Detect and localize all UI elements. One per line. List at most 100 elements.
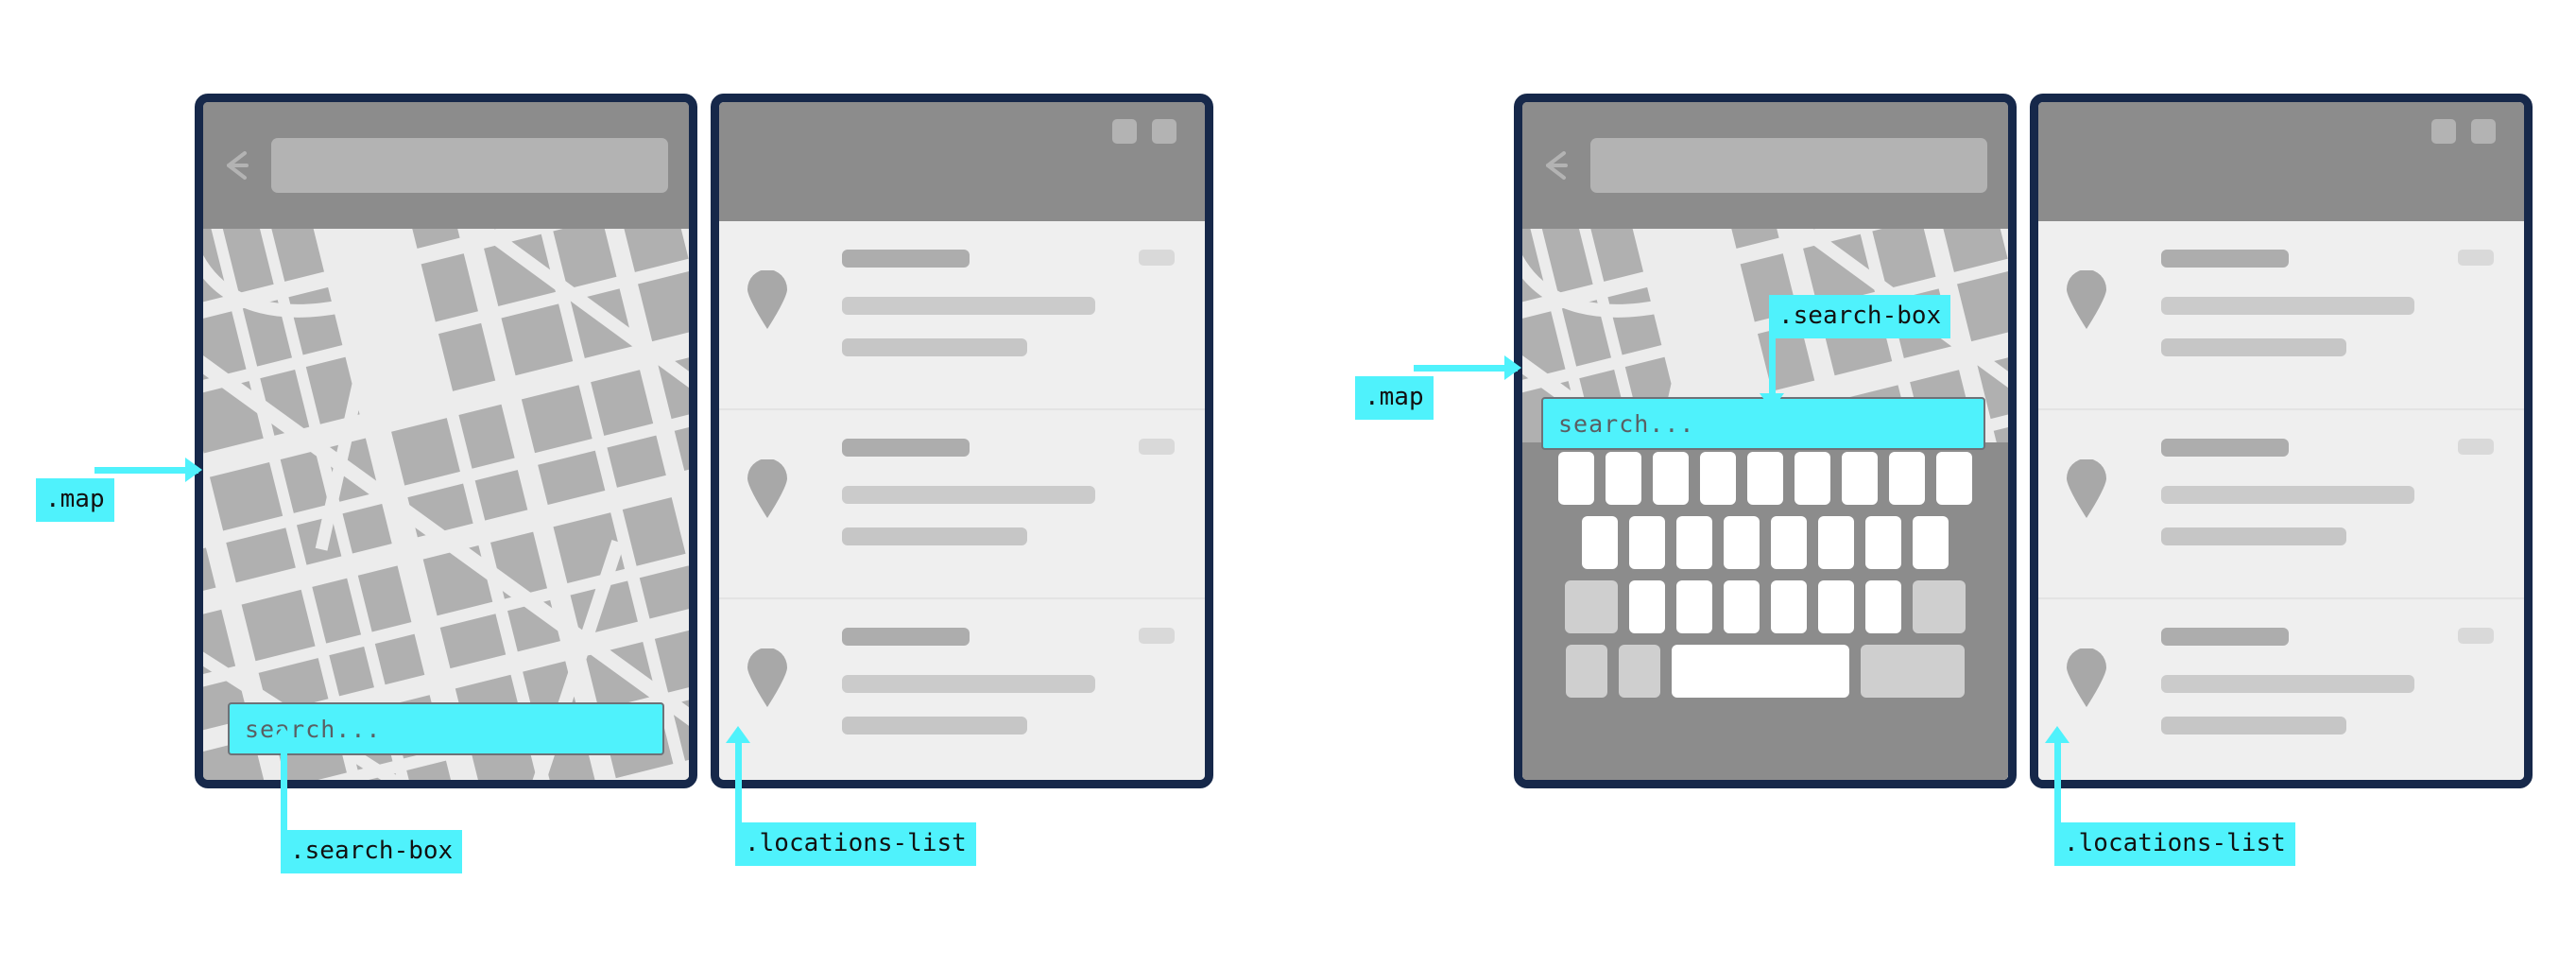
annotation-search-box-left: .search-box: [281, 830, 463, 873]
window-square-icon[interactable]: [2471, 119, 2496, 144]
keyboard-row-4: [1522, 645, 2008, 698]
window-square-icon[interactable]: [2431, 119, 2456, 144]
locations-list-phone-collapsed: [711, 94, 1213, 788]
space-key[interactable]: [1672, 645, 1849, 698]
list-item-line-2: [2161, 527, 2346, 545]
list-item[interactable]: [2038, 599, 2524, 780]
keyboard-key[interactable]: [1629, 580, 1665, 633]
map-pin-icon: [746, 270, 789, 329]
backspace-key[interactable]: [1913, 580, 1966, 633]
list-item-line-2: [2161, 338, 2346, 356]
keyboard-key[interactable]: [1676, 516, 1712, 569]
keyboard-key[interactable]: [1582, 516, 1618, 569]
annotation-locations-left-arrow: [726, 726, 750, 743]
locations-list[interactable]: [719, 221, 1205, 780]
keyboard-row-1: [1522, 452, 2008, 505]
annotation-search-box-right: .search-box: [1769, 295, 1951, 338]
annotation-map-right-arrow: [1504, 355, 1521, 380]
keyboard-key[interactable]: [1936, 452, 1972, 505]
list-item[interactable]: [719, 599, 1205, 780]
keyboard-key[interactable]: [1606, 452, 1641, 505]
street-map-graphic[interactable]: [203, 229, 689, 780]
list-item-title: [842, 628, 970, 646]
list-item-line-1: [2161, 675, 2414, 693]
list-item-line-1: [842, 297, 1095, 315]
keyboard-key[interactable]: [1818, 580, 1854, 633]
locations-list-phone-keyboard: [2030, 94, 2533, 788]
keyboard-key[interactable]: [1558, 452, 1594, 505]
keyboard-key[interactable]: [1700, 452, 1736, 505]
list-item-line-1: [842, 486, 1095, 504]
keyboard-key[interactable]: [1724, 580, 1760, 633]
list-item[interactable]: [2038, 410, 2524, 599]
keyboard-key[interactable]: [1865, 516, 1901, 569]
keyboard-key[interactable]: [1842, 452, 1878, 505]
keyboard-row-3: [1522, 580, 2008, 633]
keyboard-key[interactable]: [1795, 452, 1830, 505]
keyboard-key[interactable]: [1747, 452, 1783, 505]
keyboard-key[interactable]: [1676, 580, 1712, 633]
annotation-search-box-right-line-v: [1769, 333, 1776, 397]
map-pin-icon: [2065, 648, 2108, 707]
list-item-line-1: [2161, 486, 2414, 504]
list-item-title: [2161, 439, 2289, 457]
annotation-map-right: .map: [1355, 376, 1434, 420]
back-arrow-icon[interactable]: [1536, 144, 1579, 187]
list-item-line-1: [2161, 297, 2414, 315]
list-item-line-1: [842, 675, 1095, 693]
list-item-title: [842, 439, 970, 457]
search-box-placeholder: search...: [245, 715, 382, 743]
map-topbar-field[interactable]: [271, 138, 668, 193]
symbols-key[interactable]: [1566, 645, 1607, 698]
list-item-line-2: [842, 717, 1027, 735]
annotation-map-right-line: [1414, 365, 1518, 372]
list-item-line-2: [842, 338, 1027, 356]
keyboard-key[interactable]: [1913, 516, 1949, 569]
map-phone-collapsed: search...: [195, 94, 697, 788]
emoji-key[interactable]: [1619, 645, 1660, 698]
return-key[interactable]: [1861, 645, 1965, 698]
annotation-locations-left-line-v: [735, 739, 742, 826]
list-item-line-2: [2161, 717, 2346, 735]
list-item-badge: [1139, 439, 1175, 455]
list-item-title: [2161, 250, 2289, 268]
on-screen-keyboard[interactable]: [1522, 442, 2008, 780]
list-item[interactable]: [719, 410, 1205, 599]
map-topbar-field[interactable]: [1590, 138, 1987, 193]
annotation-locations-right-line-v: [2054, 739, 2061, 826]
annotation-locations-left: .locations-list: [735, 822, 976, 866]
map-topbar: [1522, 102, 2008, 229]
map-pin-icon: [746, 459, 789, 518]
annotation-search-box-left-arrow: [271, 726, 296, 743]
annotation-locations-right: .locations-list: [2054, 822, 2295, 866]
keyboard-key[interactable]: [1865, 580, 1901, 633]
keyboard-key[interactable]: [1771, 516, 1807, 569]
annotation-map-left: .map: [36, 478, 114, 522]
list-item-line-2: [842, 527, 1027, 545]
annotation-search-box-right-arrow: [1760, 393, 1784, 410]
keyboard-row-2: [1522, 516, 2008, 569]
window-square-icon[interactable]: [1152, 119, 1176, 144]
keyboard-key[interactable]: [1629, 516, 1665, 569]
annotation-locations-right-arrow: [2045, 726, 2069, 743]
list-item[interactable]: [719, 221, 1205, 410]
search-box-placeholder: search...: [1558, 409, 1695, 438]
keyboard-key[interactable]: [1771, 580, 1807, 633]
list-item-title: [842, 250, 970, 268]
keyboard-key[interactable]: [1653, 452, 1689, 505]
keyboard-key[interactable]: [1818, 516, 1854, 569]
window-square-icon[interactable]: [1112, 119, 1137, 144]
list-item[interactable]: [2038, 221, 2524, 410]
list-item-badge: [1139, 628, 1175, 644]
locations-list[interactable]: [2038, 221, 2524, 780]
shift-key[interactable]: [1565, 580, 1618, 633]
list-topbar: [719, 102, 1205, 221]
list-item-badge: [2458, 628, 2494, 644]
back-arrow-icon[interactable]: [216, 144, 260, 187]
list-item-badge: [2458, 250, 2494, 266]
list-topbar: [2038, 102, 2524, 221]
annotation-search-box-left-line-v: [281, 739, 287, 834]
list-item-title: [2161, 628, 2289, 646]
keyboard-key[interactable]: [1724, 516, 1760, 569]
keyboard-key[interactable]: [1889, 452, 1925, 505]
